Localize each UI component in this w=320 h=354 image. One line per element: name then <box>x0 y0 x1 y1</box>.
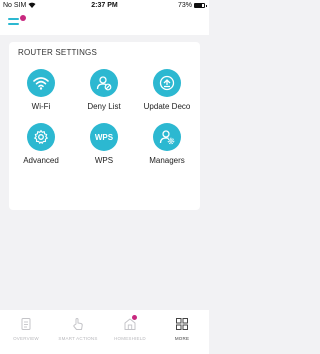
user-block-icon <box>90 69 118 97</box>
advanced-label: Advanced <box>23 156 59 165</box>
status-bar: No SIM 2:37 PM 73% <box>0 0 209 11</box>
update-icon <box>153 69 181 97</box>
homeshield-icon <box>122 315 138 332</box>
section-title: ROUTER SETTINGS <box>18 48 98 57</box>
advanced-button[interactable]: Advanced <box>11 123 71 165</box>
menu-line <box>8 23 19 25</box>
battery-icon <box>194 3 207 8</box>
hamburger-menu-icon[interactable] <box>8 15 28 31</box>
wifi-icon <box>27 69 55 97</box>
tab-overview-label: OVERVIEW <box>13 336 39 341</box>
managers-button[interactable]: Managers <box>137 123 197 165</box>
smart-actions-icon <box>70 316 86 332</box>
notification-dot-icon <box>20 15 26 21</box>
tab-homeshield-label: HOMESHIELD <box>114 336 146 341</box>
wifi-button[interactable]: Wi-Fi <box>11 69 71 111</box>
wifi-label: Wi-Fi <box>31 102 51 111</box>
tab-smart-actions[interactable]: SMART ACTIONS <box>52 316 104 341</box>
update-deco-label: Update Deco <box>143 102 191 111</box>
user-gear-icon <box>153 123 181 151</box>
overview-icon <box>18 316 34 332</box>
more-grid-icon <box>174 316 190 332</box>
wps-icon-text: WPS <box>94 132 114 142</box>
gear-icon <box>27 123 55 151</box>
managers-label: Managers <box>149 156 185 165</box>
wps-icon: WPS <box>90 123 118 151</box>
update-deco-button[interactable]: Update Deco <box>137 69 197 111</box>
tab-more-label: MORE <box>174 336 190 341</box>
tab-homeshield[interactable]: HOMESHIELD <box>104 315 156 341</box>
deny-list-button[interactable]: Deny List <box>74 69 134 111</box>
battery-percent-label: 73% <box>177 2 192 9</box>
deny-list-label: Deny List <box>87 102 121 111</box>
wps-button[interactable]: WPS WPS <box>74 123 134 165</box>
tab-overview[interactable]: OVERVIEW <box>0 316 52 341</box>
tab-more[interactable]: MORE <box>156 316 208 341</box>
homeshield-badge-icon <box>132 315 137 320</box>
wps-label: WPS <box>94 156 114 165</box>
router-settings-card: ROUTER SETTINGS Wi-Fi Deny List Update D… <box>9 42 200 210</box>
menu-line <box>8 18 19 20</box>
tab-smart-actions-label: SMART ACTIONS <box>58 336 98 341</box>
top-bar <box>0 11 209 35</box>
bottom-nav: OVERVIEW SMART ACTIONS HOMESHIELD MORE <box>0 310 209 354</box>
